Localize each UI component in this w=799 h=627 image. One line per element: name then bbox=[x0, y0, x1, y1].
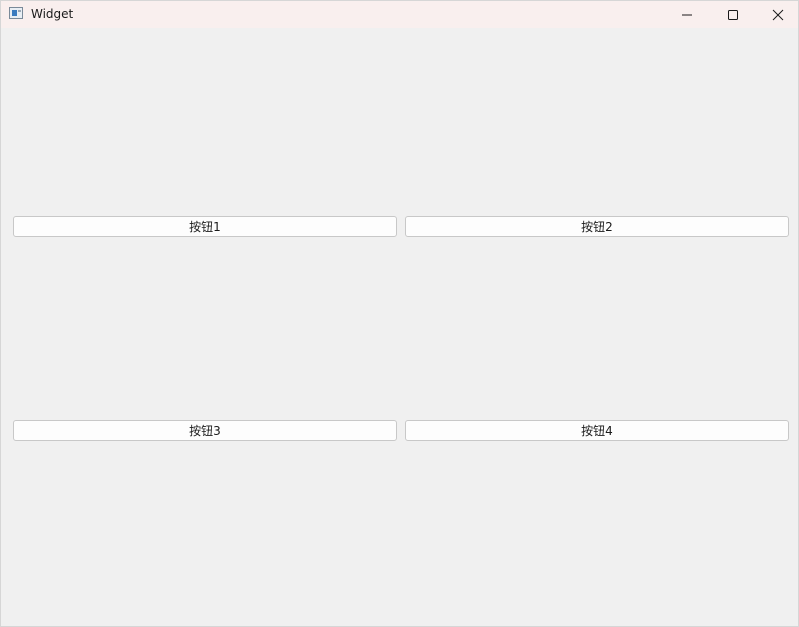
client-area: 按钮1 按钮2 按钮3 按钮4 bbox=[1, 28, 798, 626]
button-1[interactable]: 按钮1 bbox=[13, 216, 397, 237]
title-bar[interactable]: Widget bbox=[1, 1, 798, 28]
application-window: Widget 按钮1 按钮2 按钮3 按钮4 bbox=[0, 0, 799, 627]
close-button[interactable] bbox=[755, 1, 799, 28]
button-4[interactable]: 按钮4 bbox=[405, 420, 789, 441]
minimize-icon bbox=[682, 14, 692, 15]
maximize-button[interactable] bbox=[710, 1, 756, 28]
maximize-icon bbox=[728, 9, 738, 20]
window-title: Widget bbox=[31, 7, 74, 21]
app-window-icon bbox=[9, 7, 23, 19]
button-2[interactable]: 按钮2 bbox=[405, 216, 789, 237]
button-3[interactable]: 按钮3 bbox=[13, 420, 397, 441]
close-icon bbox=[772, 9, 784, 20]
minimize-button[interactable] bbox=[664, 1, 710, 28]
